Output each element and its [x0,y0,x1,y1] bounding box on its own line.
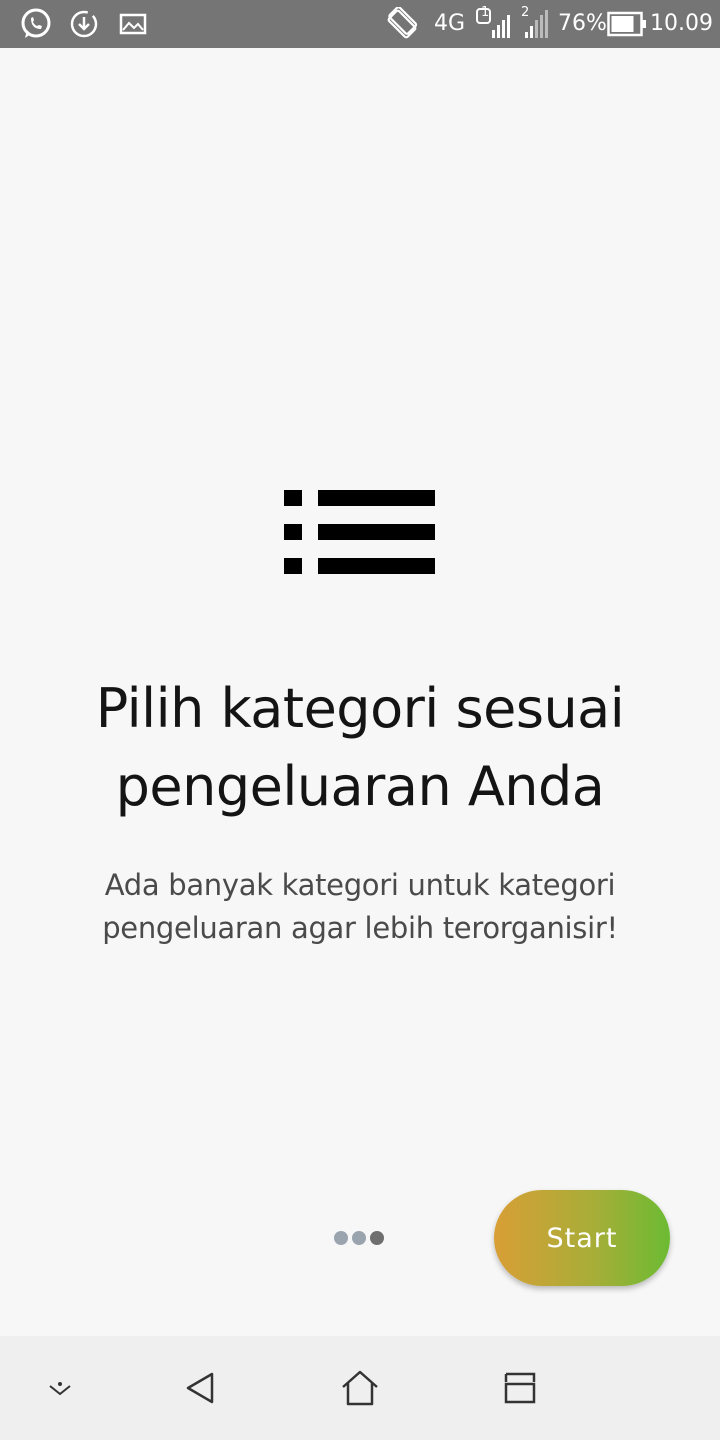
network-type: 4G [434,11,466,36]
recents-icon[interactable] [496,1364,544,1412]
page-subtitle: Ada banyak kategori untuk kategori penge… [60,864,660,950]
download-icon [68,8,100,40]
page-dot-active[interactable] [370,1231,384,1245]
page-title: Pilih kategori sesuai pengeluaran Anda [40,670,680,826]
list-icon [284,489,436,575]
rotate-icon [384,7,420,40]
screen: 4G 1 2 76% 10.09 Pilih kategori sesuai p… [0,0,720,1440]
clock: 10.09 [650,11,713,36]
sim2-label: 2 [521,5,530,20]
page-indicator [334,1231,388,1247]
page-dot[interactable] [334,1231,348,1245]
battery-icon [607,8,647,40]
subtitle-line-2: pengeluaran agar lebih terorganisir! [102,911,618,945]
page-dot[interactable] [352,1231,366,1245]
whatsapp-icon [18,8,54,40]
title-line-1: Pilih kategori sesuai [95,677,625,740]
start-button[interactable]: Start [494,1190,670,1286]
back-icon[interactable] [176,1364,224,1412]
title-line-2: pengeluaran Anda [115,755,605,818]
status-bar: 4G 1 2 76% 10.09 [0,0,720,48]
home-icon[interactable] [336,1364,384,1412]
battery-percent: 76% [558,11,607,36]
subtitle-line-1: Ada banyak kategori untuk kategori [104,868,616,902]
sim1-label: 1 [481,5,490,20]
image-icon [118,8,148,40]
navigation-bar [0,1336,720,1440]
hide-nav-icon[interactable] [36,1364,84,1412]
